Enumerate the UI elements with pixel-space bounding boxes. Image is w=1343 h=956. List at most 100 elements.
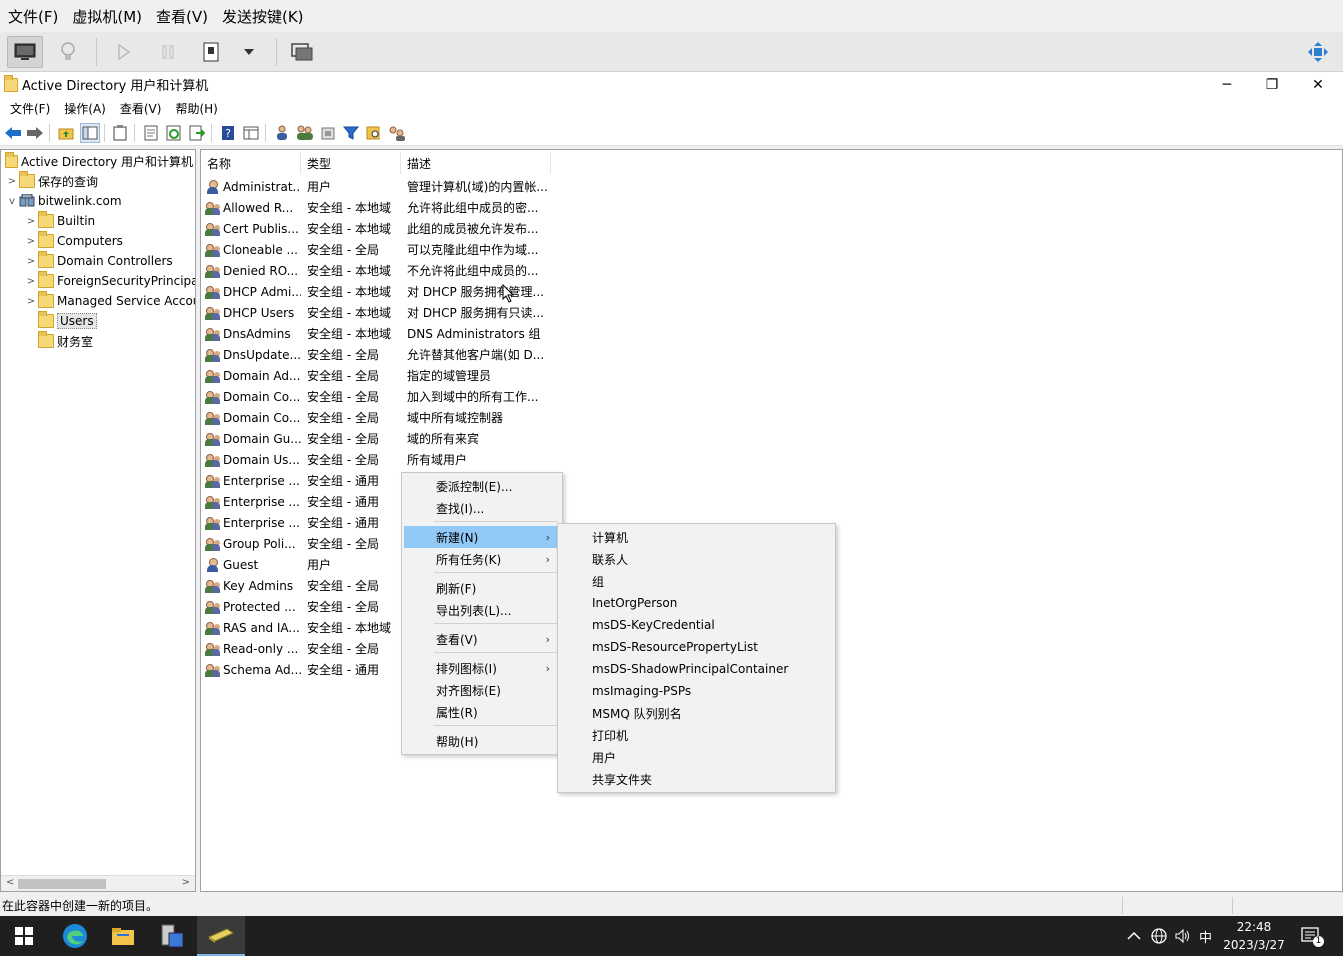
list-item[interactable]: Domain Gu... 安全组 - 全局 域的所有来宾 [201, 428, 601, 449]
submenu-item[interactable]: 共享文件夹 [560, 768, 833, 790]
submenu-item[interactable]: 组 [560, 570, 833, 592]
new-user-button[interactable] [272, 123, 292, 143]
menu-item-delegate[interactable]: 委派控制(E)... [404, 475, 560, 497]
refresh-button[interactable] [164, 123, 184, 143]
submenu-item[interactable]: 计算机 [560, 526, 833, 548]
show-tree-button[interactable] [80, 123, 100, 143]
add-to-group-button[interactable] [387, 123, 407, 143]
minimize-button[interactable]: ─ [1204, 72, 1250, 97]
list-item[interactable]: Domain Ad... 安全组 - 全局 指定的域管理员 [201, 365, 601, 386]
pause-button[interactable] [150, 36, 186, 68]
list-item[interactable]: DHCP Admi... 安全组 - 本地域 对 DHCP 服务拥有管理... [201, 281, 601, 302]
host-menu-view[interactable]: 查看(V) [152, 6, 216, 27]
scroll-right-icon[interactable]: > [182, 877, 190, 888]
menu-item-align-icons[interactable]: 对齐图标(E) [404, 679, 560, 701]
menu-item-find[interactable]: 查找(I)... [404, 497, 560, 519]
scroll-left-icon[interactable]: < [6, 877, 14, 888]
scroll-thumb[interactable] [18, 879, 106, 889]
menu-item-properties[interactable]: 属性(R) [404, 701, 560, 723]
chevron-right-icon[interactable]: > [24, 216, 38, 227]
menu-item-all-tasks[interactable]: 所有任务(K) › [404, 548, 558, 570]
new-ou-button[interactable] [318, 123, 338, 143]
restore-button[interactable]: ❐ [1249, 72, 1295, 97]
list-item[interactable]: Cloneable ... 安全组 - 全局 可以克隆此组中作为域... [201, 239, 601, 260]
column-header-description[interactable]: 描述 [401, 152, 551, 174]
menu-item-new[interactable]: 新建(N) › [404, 526, 558, 548]
list-item[interactable]: Domain Co... 安全组 - 全局 域中所有域控制器 [201, 407, 601, 428]
menu-item-view[interactable]: 查看(V) › [404, 628, 558, 650]
submenu-item[interactable]: 打印机 [560, 724, 833, 746]
clipboard-button[interactable] [110, 123, 130, 143]
tree-item-builtin[interactable]: > Builtin [24, 211, 95, 231]
column-header-name[interactable]: 名称 [201, 152, 301, 174]
menu-help[interactable]: 帮助(H) [171, 100, 227, 117]
list-item[interactable]: Denied RO... 安全组 - 本地域 不允许将此组中成员的... [201, 260, 601, 281]
start-button[interactable] [0, 916, 48, 956]
tree-item-domain[interactable]: v bitwelink.com [5, 191, 122, 211]
chevron-right-icon[interactable]: > [24, 236, 38, 247]
menu-view[interactable]: 查看(V) [116, 100, 172, 117]
submenu-item[interactable]: MSMQ 队列别名 [560, 702, 833, 724]
menu-item-arrange-icons[interactable]: 排列图标(I) › [404, 657, 558, 679]
edge-button[interactable] [51, 916, 99, 956]
list-item[interactable]: DnsUpdate... 安全组 - 全局 允许替其他客户端(如 D... [201, 344, 601, 365]
bulb-button[interactable] [50, 36, 86, 68]
submenu-item[interactable]: msDS-ShadowPrincipalContainer [560, 658, 833, 680]
column-header-type[interactable]: 类型 [301, 152, 401, 174]
tree-item-users[interactable]: Users [24, 311, 97, 331]
submenu-item[interactable]: 用户 [560, 746, 833, 768]
ad-users-computers-button[interactable] [197, 916, 245, 956]
volume-button[interactable] [1174, 916, 1192, 956]
tree-item-foreign-security-principals[interactable]: > ForeignSecurityPrincipals [24, 271, 195, 291]
play-button[interactable] [106, 36, 142, 68]
menu-item-export-list[interactable]: 导出列表(L)... [404, 599, 560, 621]
list-item[interactable]: Allowed R... 安全组 - 本地域 允许将此组中成员的密... [201, 197, 601, 218]
chevron-right-icon[interactable]: > [5, 176, 19, 187]
submenu-item[interactable]: 联系人 [560, 548, 833, 570]
file-explorer-button[interactable] [99, 916, 147, 956]
host-menu-sendkeys[interactable]: 发送按键(K) [218, 6, 312, 27]
stop-button[interactable] [193, 36, 229, 68]
view-details-button[interactable] [241, 123, 261, 143]
forward-button[interactable] [25, 123, 45, 143]
new-group-button[interactable] [295, 123, 315, 143]
submenu-item[interactable]: msDS-KeyCredential [560, 614, 833, 636]
list-item[interactable]: Domain Co... 安全组 - 全局 加入到域中的所有工作... [201, 386, 601, 407]
menu-item-refresh[interactable]: 刷新(F) [404, 577, 560, 599]
close-button[interactable]: ✕ [1295, 72, 1341, 97]
help-button[interactable]: ? [218, 123, 238, 143]
tree-item-saved-queries[interactable]: > 保存的查询 [5, 171, 98, 191]
tree-item-finance[interactable]: 财务室 [24, 331, 93, 351]
ime-indicator[interactable]: 中 [1199, 916, 1212, 956]
menu-action[interactable]: 操作(A) [60, 100, 116, 117]
submenu-item[interactable]: msDS-ResourcePropertyList [560, 636, 833, 658]
tree-root[interactable]: Active Directory 用户和计算机 [5, 151, 193, 171]
list-item[interactable]: Administrat... 用户 管理计算机(域)的内置帐... [201, 176, 601, 197]
menu-file[interactable]: 文件(F) [6, 100, 60, 117]
list-item[interactable]: DnsAdmins 安全组 - 本地域 DNS Administrators 组 [201, 323, 601, 344]
tree-item-domain-controllers[interactable]: > Domain Controllers [24, 251, 173, 271]
menu-item-help[interactable]: 帮助(H) [404, 730, 560, 752]
notification-center-button[interactable]: 1 [1301, 916, 1324, 956]
power-dropdown-button[interactable] [231, 36, 267, 68]
server-manager-button[interactable] [148, 916, 196, 956]
stretch-button[interactable] [1300, 36, 1336, 68]
tree-item-managed-service-accounts[interactable]: > Managed Service Accounts [24, 291, 195, 311]
tree-horizontal-scrollbar[interactable]: < > [1, 875, 195, 891]
chevron-down-icon[interactable]: v [5, 196, 19, 207]
list-item[interactable]: Domain Us... 安全组 - 全局 所有域用户 [201, 449, 601, 470]
fullscreen-button[interactable] [284, 36, 320, 68]
console-view-button[interactable] [7, 36, 43, 68]
properties-button[interactable] [141, 123, 161, 143]
up-level-button[interactable] [56, 123, 76, 143]
back-button[interactable] [3, 123, 23, 143]
chevron-right-icon[interactable]: > [24, 276, 38, 287]
chevron-right-icon[interactable]: > [24, 296, 38, 307]
network-button[interactable] [1150, 916, 1168, 956]
filter-button[interactable] [341, 123, 361, 143]
list-item[interactable]: DHCP Users 安全组 - 本地域 对 DHCP 服务拥有只读... [201, 302, 601, 323]
host-menu-file[interactable]: 文件(F) [4, 6, 66, 27]
submenu-item[interactable]: InetOrgPerson [560, 592, 833, 614]
host-menu-vm[interactable]: 虚拟机(M) [68, 6, 150, 27]
list-item[interactable]: Cert Publis... 安全组 - 本地域 此组的成员被允许发布... [201, 218, 601, 239]
